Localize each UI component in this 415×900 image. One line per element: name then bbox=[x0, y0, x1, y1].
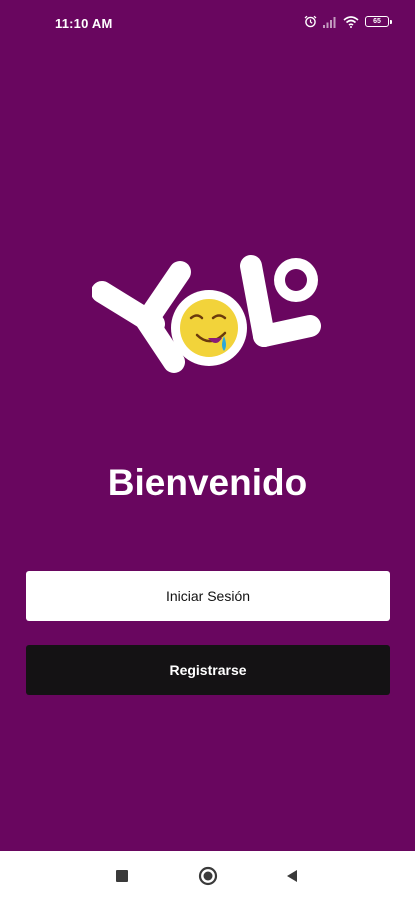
yolo-logo bbox=[91, 250, 324, 374]
wifi-icon bbox=[343, 15, 359, 28]
logo-letter-o bbox=[274, 258, 318, 302]
status-bar: 11:10 AM 65 bbox=[0, 0, 415, 48]
login-button[interactable]: Iniciar Sesión bbox=[26, 571, 390, 621]
emoji-face-icon bbox=[171, 290, 247, 366]
battery-icon: 65 bbox=[365, 16, 392, 27]
status-icons: 65 bbox=[304, 15, 392, 28]
status-time: 11:10 AM bbox=[55, 16, 113, 31]
welcome-screen: 11:10 AM 65 Bienvenido Iniciar Sesión Re… bbox=[0, 0, 415, 900]
welcome-title: Bienvenido bbox=[107, 462, 308, 503]
back-triangle-icon[interactable] bbox=[281, 865, 303, 887]
logo-letter-y bbox=[91, 261, 191, 373]
recents-square-icon[interactable] bbox=[111, 865, 133, 887]
system-nav-bar bbox=[0, 851, 415, 900]
register-button[interactable]: Registrarse bbox=[26, 645, 390, 695]
alarm-icon bbox=[304, 15, 317, 28]
signal-icon bbox=[323, 16, 337, 28]
home-circle-icon[interactable] bbox=[197, 865, 219, 887]
